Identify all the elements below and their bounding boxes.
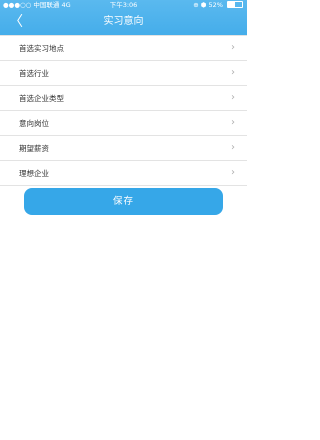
list-item-label: 理想企业 [19,168,49,178]
battery-icon [227,1,243,8]
nav-bar: 〈 实习意向 [0,11,247,35]
page-title: 实习意向 [103,16,144,27]
list-item-industry[interactable]: 首选行业 › [0,61,247,86]
chevron-right-icon: › [231,142,235,153]
list-item-label: 首选实习地点 [19,43,64,53]
list-item-label: 首选行业 [19,68,49,78]
list-item-ideal-company[interactable]: 理想企业 › [0,161,247,186]
chevron-right-icon: › [231,117,235,128]
header: ●●●○○ 中国联通 4G 下午3:06 ⊕ ⬢ 52% 〈 实习意向 [0,0,247,35]
chevron-right-icon: › [231,67,235,78]
chevron-right-icon: › [231,42,235,53]
status-bar: ●●●○○ 中国联通 4G 下午3:06 ⊕ ⬢ 52% [0,0,247,11]
list-item-company-type[interactable]: 首选企业类型 › [0,86,247,111]
list-item-label: 期望薪资 [19,143,49,153]
save-button[interactable]: 保存 [24,188,223,215]
list-item-label: 首选企业类型 [19,93,64,103]
intention-list: 首选实习地点 › 首选行业 › 首选企业类型 › 意向岗位 › 期望薪资 › 理… [0,35,247,186]
chevron-right-icon: › [231,92,235,103]
status-indicators: ⊕ ⬢ 52% [193,0,243,11]
status-icons: ⊕ ⬢ 52% [193,1,223,9]
chevron-right-icon: › [231,167,235,178]
list-item-salary[interactable]: 期望薪资 › [0,136,247,161]
list-item-position[interactable]: 意向岗位 › [0,111,247,136]
list-item-label: 意向岗位 [19,118,49,128]
list-item-location[interactable]: 首选实习地点 › [0,36,247,61]
